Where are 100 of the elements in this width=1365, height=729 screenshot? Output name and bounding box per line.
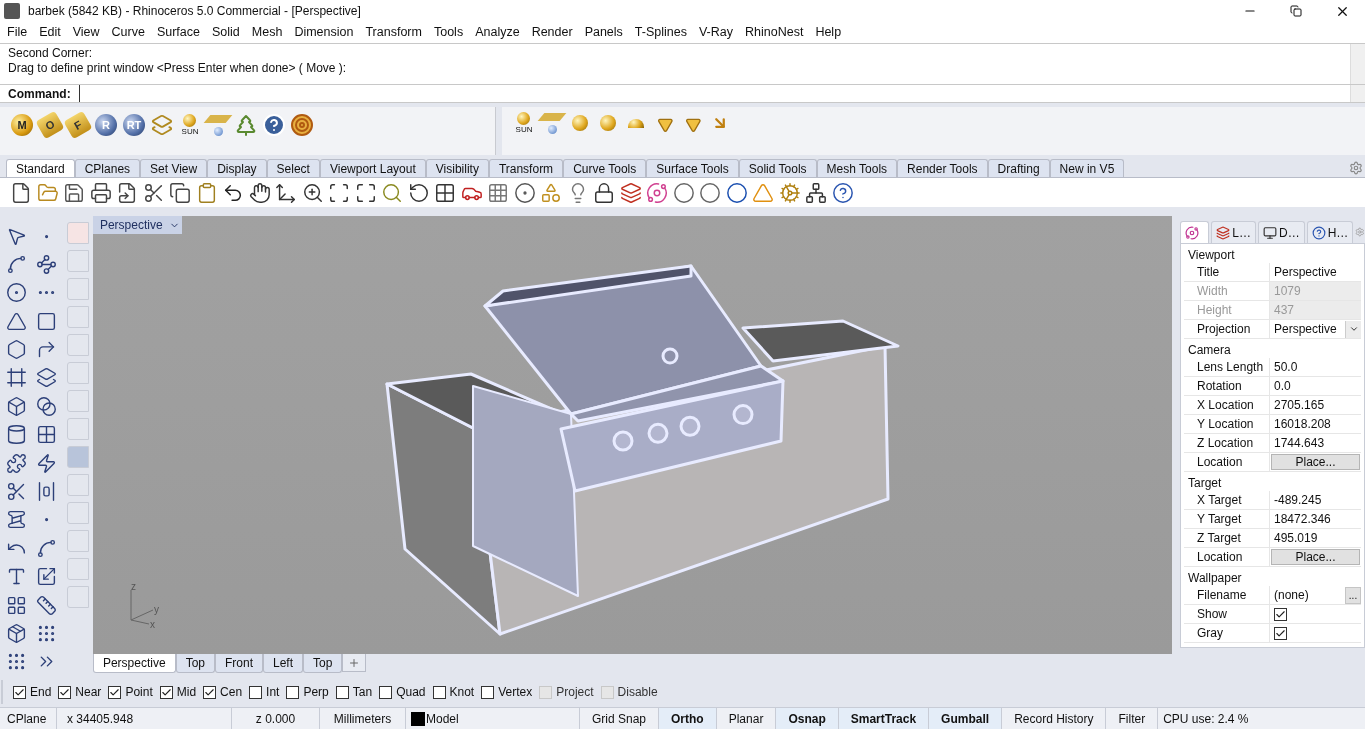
checkbox[interactable]	[108, 685, 122, 699]
checkbox[interactable]	[249, 685, 263, 699]
menu-item[interactable]: Surface	[150, 23, 206, 42]
osnap-label[interactable]: Point	[125, 683, 153, 701]
puzzle-icon[interactable]	[6, 452, 28, 474]
checkbox[interactable]	[1274, 607, 1287, 621]
array-icon[interactable]	[6, 594, 28, 616]
toolbar-tab[interactable]: Mesh Tools	[816, 159, 898, 177]
polygon-icon[interactable]	[6, 310, 28, 332]
property-value[interactable]: Perspective	[1270, 263, 1361, 281]
toolbar-tab[interactable]: Transform	[488, 159, 564, 177]
status-toggle[interactable]: Filter	[1106, 708, 1159, 729]
checkbox[interactable]	[481, 685, 495, 699]
menu-item[interactable]: Panels	[578, 23, 629, 42]
property-value[interactable]: 2705.165	[1270, 396, 1361, 414]
menu-item[interactable]: Dimension	[288, 23, 360, 42]
property-value[interactable]: 50.0	[1270, 358, 1361, 376]
viewport-tab[interactable]: Left	[263, 654, 304, 673]
panel-tab[interactable]	[1180, 221, 1210, 243]
settings-icon[interactable]	[1349, 161, 1363, 175]
scale-icon[interactable]	[36, 566, 58, 588]
toolbar-tab[interactable]: Select	[266, 159, 320, 177]
menu-item[interactable]: T-Splines	[628, 23, 693, 42]
viewport-tab[interactable]: Top	[303, 654, 343, 673]
menu-item[interactable]: Render	[525, 23, 579, 42]
printer-icon[interactable]	[89, 181, 112, 204]
copy-icon[interactable]	[169, 181, 191, 204]
menu-item[interactable]: File	[1, 23, 34, 42]
help-icon[interactable]	[831, 181, 854, 204]
osnap-label[interactable]: Tan	[352, 683, 373, 701]
checkbox[interactable]	[1274, 626, 1287, 640]
osnap-label[interactable]: Quad	[396, 683, 426, 701]
sun-button[interactable]: SUN	[181, 114, 199, 136]
checkbox[interactable]	[379, 685, 393, 699]
toolbar-tab[interactable]: Drafting	[987, 159, 1050, 177]
property-value[interactable]: 18472.346	[1270, 510, 1361, 528]
osnap-label[interactable]: Cen	[220, 683, 243, 701]
viewport-grid-icon[interactable]	[434, 181, 456, 204]
checkbox[interactable]	[335, 685, 349, 699]
menu-item[interactable]: RhinoNest	[739, 23, 810, 42]
layers-icon[interactable]	[151, 114, 173, 136]
status-toggle[interactable]: Gumball	[929, 708, 1003, 729]
cut-icon[interactable]	[142, 181, 165, 204]
toolbar-tab[interactable]: Display	[207, 159, 267, 177]
property-value[interactable]: 1744.643	[1270, 434, 1361, 452]
status-toggle[interactable]: SmartTrack	[838, 708, 930, 729]
tree-icon[interactable]	[234, 113, 258, 137]
control-point-curve-icon[interactable]	[36, 253, 58, 275]
circle-icon[interactable]	[6, 282, 28, 304]
zoom-extents-icon[interactable]	[354, 181, 377, 204]
target-icon[interactable]	[290, 113, 314, 137]
circle-point-icon[interactable]	[513, 181, 536, 204]
zoom-in-icon[interactable]	[301, 181, 324, 204]
menu-item[interactable]: Solid	[206, 23, 246, 42]
toolbar-tab[interactable]: Curve Tools	[563, 159, 647, 177]
lock-icon[interactable]	[593, 181, 615, 204]
toolbar-tab[interactable]: Visibility	[425, 159, 489, 177]
dimension-icon[interactable]	[36, 594, 58, 616]
property-value[interactable]: 495.019	[1270, 529, 1361, 547]
osnap-label[interactable]: Int	[266, 683, 280, 701]
tag-icon[interactable]: F	[63, 110, 93, 140]
units-label[interactable]: Millimeters	[320, 708, 406, 729]
place-button[interactable]: Place...	[1271, 454, 1360, 470]
property-value[interactable]: -489.245	[1270, 491, 1361, 509]
tag-icon[interactable]: O	[35, 110, 65, 140]
checkbox[interactable]	[286, 685, 300, 699]
sun-button[interactable]: SUN	[515, 112, 533, 134]
panel-tab[interactable]: L…	[1211, 221, 1256, 243]
checkbox[interactable]	[432, 685, 446, 699]
checkbox[interactable]	[58, 685, 72, 699]
cplane-label[interactable]: CPlane	[0, 708, 57, 729]
checkbox[interactable]	[203, 685, 217, 699]
rectangle-icon[interactable]	[36, 310, 58, 332]
hexagon-icon[interactable]	[6, 339, 28, 361]
checkbox[interactable]	[159, 685, 173, 699]
osnap-label[interactable]: End	[30, 683, 52, 701]
property-value[interactable]: 0.0	[1270, 377, 1361, 395]
browse-button[interactable]: ...	[1345, 586, 1361, 604]
menu-item[interactable]: Transform	[359, 23, 428, 42]
viewport-tab[interactable]: Front	[215, 654, 263, 673]
osnap-label[interactable]: Mid	[176, 683, 197, 701]
menu-item[interactable]: V-Ray	[692, 23, 739, 42]
status-toggle[interactable]: Ortho	[659, 708, 717, 729]
cplane-grid-icon[interactable]	[487, 181, 509, 204]
menu-item[interactable]: Mesh	[245, 23, 289, 42]
explode-icon[interactable]	[36, 452, 58, 474]
osnap-label[interactable]: Near	[75, 683, 102, 701]
scrollbar[interactable]	[1350, 85, 1365, 102]
menu-item[interactable]: Analyze	[469, 23, 526, 42]
zoom-window-icon[interactable]	[328, 181, 350, 204]
undo-view-icon[interactable]	[407, 181, 430, 204]
layer-label[interactable]: Model	[426, 709, 459, 728]
layers-icon[interactable]	[619, 181, 642, 204]
block-icon[interactable]	[6, 622, 28, 644]
toolbar-tab[interactable]: Standard	[6, 159, 75, 177]
property-value[interactable]: 16018.208	[1270, 415, 1361, 433]
cylinder-icon[interactable]	[6, 424, 28, 446]
mesh-surface-icon[interactable]	[36, 424, 58, 446]
menu-item[interactable]: View	[66, 23, 106, 42]
cube-icon[interactable]	[6, 395, 28, 417]
